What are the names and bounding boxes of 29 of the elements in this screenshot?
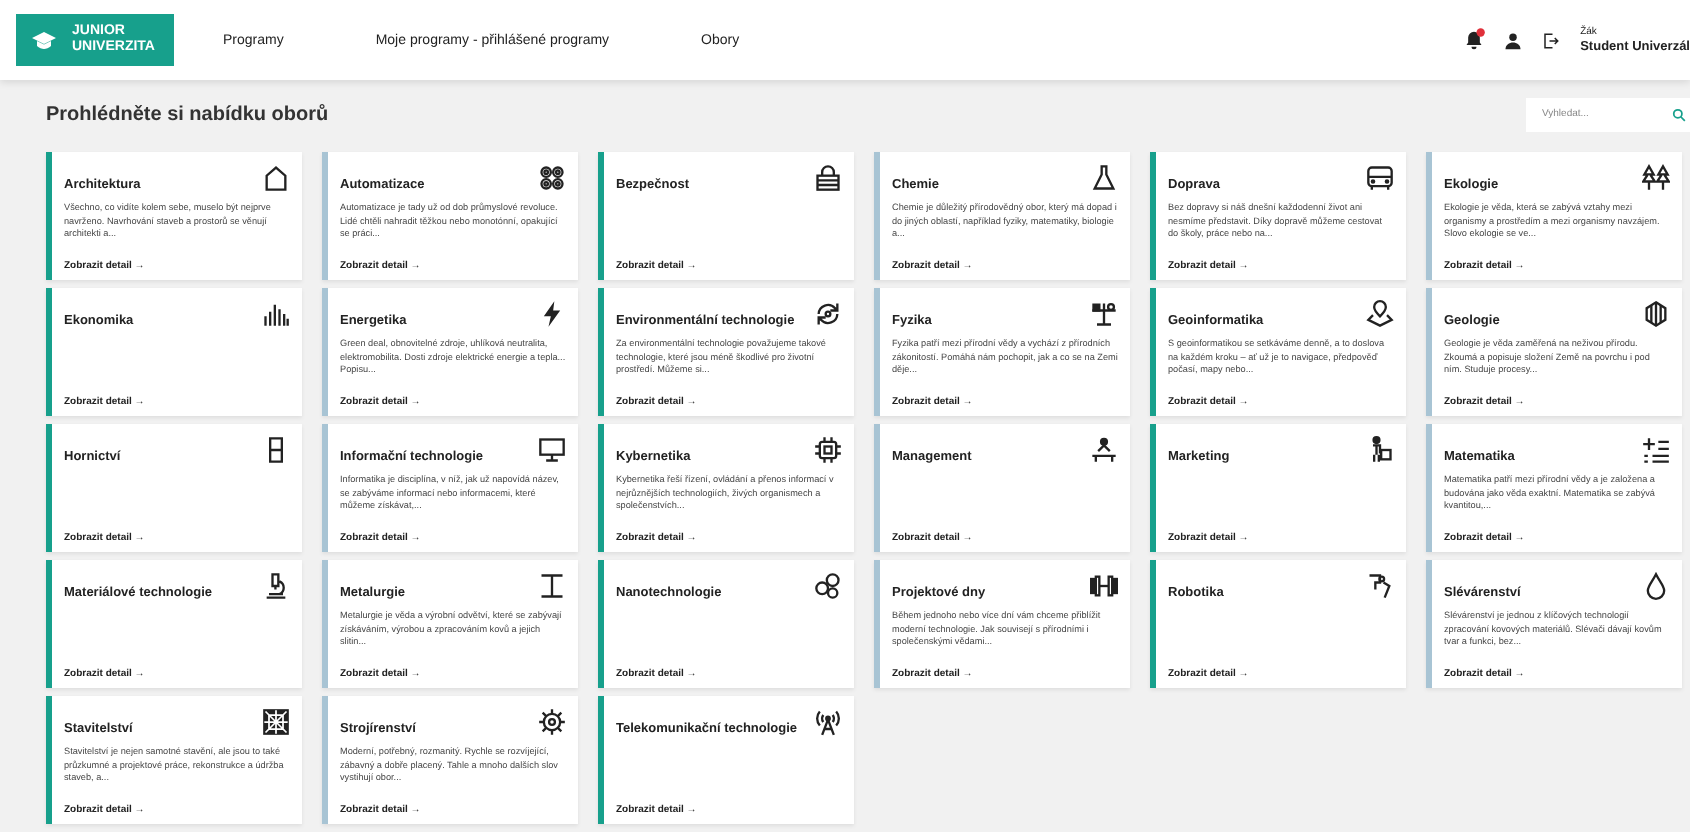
search-icon[interactable]	[1672, 107, 1686, 121]
chip-icon	[814, 436, 842, 464]
drop-icon	[1642, 572, 1670, 600]
beam-icon	[538, 572, 566, 600]
house-icon	[262, 164, 290, 192]
user-icon[interactable]	[1504, 31, 1523, 49]
lock-icon	[814, 164, 842, 192]
gear-icon	[538, 708, 566, 736]
circles-icon	[538, 164, 566, 192]
molecule-icon	[814, 572, 842, 600]
notification-bell-icon[interactable]	[1464, 30, 1485, 50]
monitor-icon	[538, 436, 566, 464]
trees-icon	[1642, 164, 1670, 192]
car-icon	[1366, 164, 1394, 192]
page-title: Prohlédněte si nabídku oborů	[46, 103, 329, 125]
person-icon	[1366, 436, 1394, 464]
map-pin-icon	[1366, 300, 1394, 328]
dumbbell-icon	[1090, 572, 1118, 600]
bar-chart-icon	[262, 300, 290, 328]
flask-icon	[1090, 164, 1118, 192]
plus-list-icon	[1642, 436, 1670, 464]
graduation-cap-icon	[32, 31, 56, 49]
cycle-arrows-icon	[814, 300, 842, 328]
grid-icon	[262, 708, 290, 736]
microscope-icon	[262, 572, 290, 600]
gem-icon	[1642, 300, 1670, 328]
logout-icon[interactable]	[1542, 31, 1561, 49]
desk-person-icon	[1090, 436, 1118, 464]
antenna-icon	[814, 708, 842, 736]
